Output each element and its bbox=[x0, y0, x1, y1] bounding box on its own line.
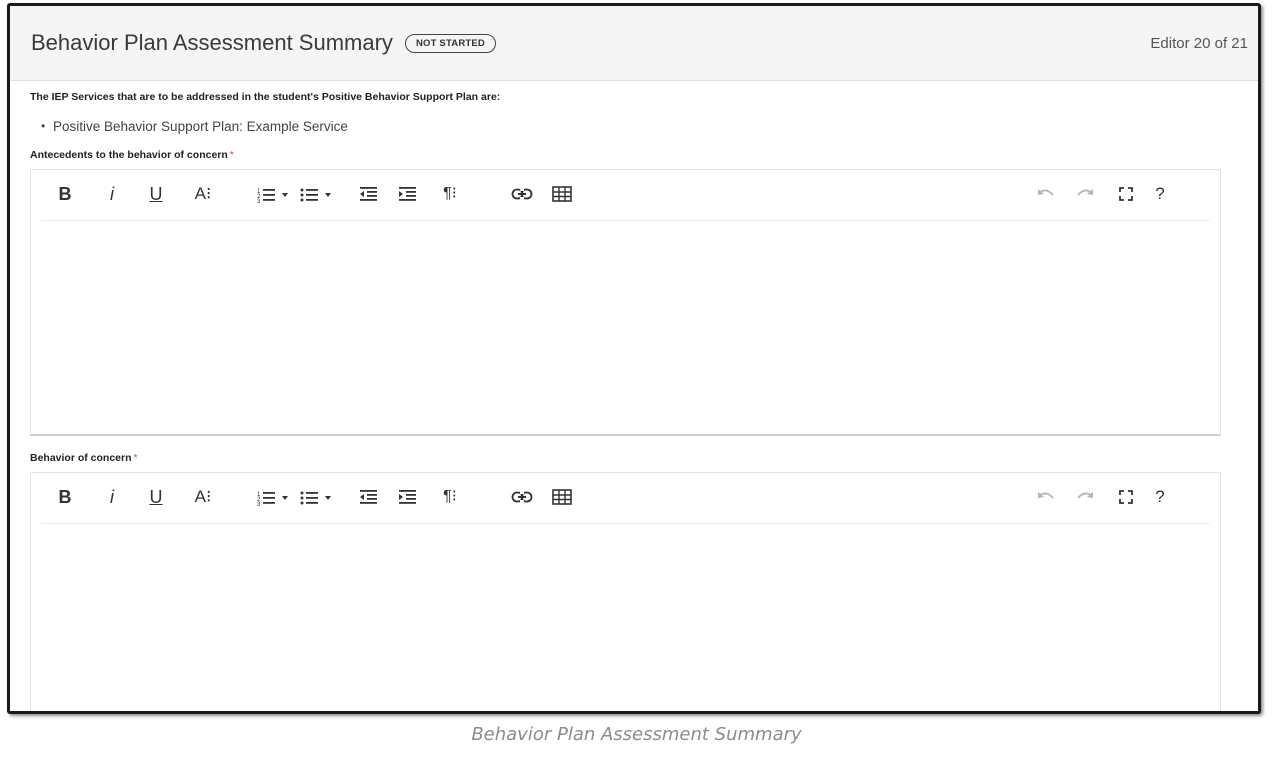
ordered-list-dropdown[interactable]: 123 bbox=[257, 183, 297, 205]
services-list: Positive Behavior Support Plan: Example … bbox=[30, 119, 1258, 134]
ordered-list-icon: 123 bbox=[257, 492, 288, 508]
required-asterisk: * bbox=[229, 149, 234, 161]
undo-button[interactable] bbox=[1036, 486, 1056, 508]
fullscreen-button[interactable] bbox=[1116, 183, 1136, 205]
antecedents-label: Antecedents to the behavior of concern * bbox=[30, 149, 1258, 163]
antecedents-text-area[interactable] bbox=[31, 221, 1220, 421]
editor-toolbar: B i U A⁝ 123 ¶⁝ ? bbox=[41, 170, 1210, 221]
status-badge: NOT STARTED bbox=[404, 33, 496, 53]
services-intro: The IEP Services that are to be addresse… bbox=[30, 91, 501, 103]
behavior-of-concern-label: Behavior of concern * bbox=[30, 452, 1258, 466]
fullscreen-icon bbox=[1119, 187, 1133, 201]
behavior-of-concern-editor[interactable]: B i U A⁝ 123 ¶⁝ ? bbox=[30, 472, 1221, 711]
help-button[interactable]: ? bbox=[1152, 486, 1168, 508]
required-asterisk: * bbox=[133, 452, 138, 464]
link-icon bbox=[511, 491, 533, 503]
underline-button[interactable]: U bbox=[147, 183, 165, 205]
indent-button[interactable] bbox=[398, 486, 418, 508]
undo-icon bbox=[1038, 492, 1054, 499]
field-label-text: Antecedents to the behavior of concern bbox=[30, 149, 228, 161]
ordered-list-dropdown[interactable]: 123 bbox=[257, 486, 297, 508]
fullscreen-button[interactable] bbox=[1116, 486, 1136, 508]
page-title: Behavior Plan Assessment Summary bbox=[31, 30, 393, 55]
outdent-icon bbox=[360, 490, 377, 504]
redo-icon bbox=[1077, 189, 1093, 196]
table-button[interactable] bbox=[551, 486, 573, 508]
fullscreen-icon bbox=[1119, 490, 1133, 504]
outdent-icon bbox=[360, 187, 377, 201]
figure-caption: Behavior Plan Assessment Summary bbox=[471, 724, 802, 745]
list-item: Positive Behavior Support Plan: Example … bbox=[41, 119, 1258, 134]
italic-button[interactable]: i bbox=[105, 183, 119, 205]
paragraph-format-icon[interactable]: ¶⁝ bbox=[439, 183, 461, 205]
outdent-button[interactable] bbox=[359, 486, 379, 508]
outdent-button[interactable] bbox=[359, 183, 379, 205]
bullet-list-dropdown[interactable] bbox=[300, 486, 340, 508]
link-icon bbox=[511, 188, 533, 200]
field-label-text: Behavior of concern bbox=[30, 452, 132, 464]
redo-button[interactable] bbox=[1075, 486, 1095, 508]
editor-count: Editor 20 of 21 bbox=[1150, 35, 1248, 52]
bold-button[interactable]: B bbox=[57, 183, 73, 205]
ordered-list-icon: 123 bbox=[257, 189, 288, 205]
table-icon bbox=[552, 489, 572, 505]
bullet-list-icon bbox=[300, 188, 331, 202]
table-icon bbox=[552, 186, 572, 202]
panel-header: Behavior Plan Assessment Summary NOT STA… bbox=[10, 6, 1258, 81]
link-button[interactable] bbox=[511, 183, 533, 205]
redo-button[interactable] bbox=[1075, 183, 1095, 205]
panel-content: The IEP Services that are to be addresse… bbox=[10, 91, 1258, 711]
undo-icon bbox=[1038, 189, 1054, 196]
bold-button[interactable]: B bbox=[57, 486, 73, 508]
font-size-button[interactable]: A⁝ bbox=[191, 486, 215, 508]
underline-button[interactable]: U bbox=[147, 486, 165, 508]
table-button[interactable] bbox=[551, 183, 573, 205]
editor-toolbar: B i U A⁝ 123 ¶⁝ ? bbox=[41, 473, 1210, 524]
behavior-of-concern-text-area[interactable] bbox=[31, 524, 1220, 704]
indent-icon bbox=[399, 490, 416, 504]
svg-text:3: 3 bbox=[257, 199, 261, 205]
undo-button[interactable] bbox=[1036, 183, 1056, 205]
paragraph-format-icon[interactable]: ¶⁝ bbox=[439, 486, 461, 508]
indent-button[interactable] bbox=[398, 183, 418, 205]
indent-icon bbox=[399, 187, 416, 201]
italic-button[interactable]: i bbox=[105, 486, 119, 508]
svg-text:3: 3 bbox=[257, 502, 261, 508]
editor-panel: Behavior Plan Assessment Summary NOT STA… bbox=[7, 3, 1261, 714]
help-button[interactable]: ? bbox=[1152, 183, 1168, 205]
redo-icon bbox=[1077, 492, 1093, 499]
antecedents-editor[interactable]: B i U A⁝ 123 ¶⁝ ? bbox=[30, 169, 1221, 436]
bullet-list-dropdown[interactable] bbox=[300, 183, 340, 205]
font-size-button[interactable]: A⁝ bbox=[191, 183, 215, 205]
link-button[interactable] bbox=[511, 486, 533, 508]
bullet-list-icon bbox=[300, 491, 331, 505]
